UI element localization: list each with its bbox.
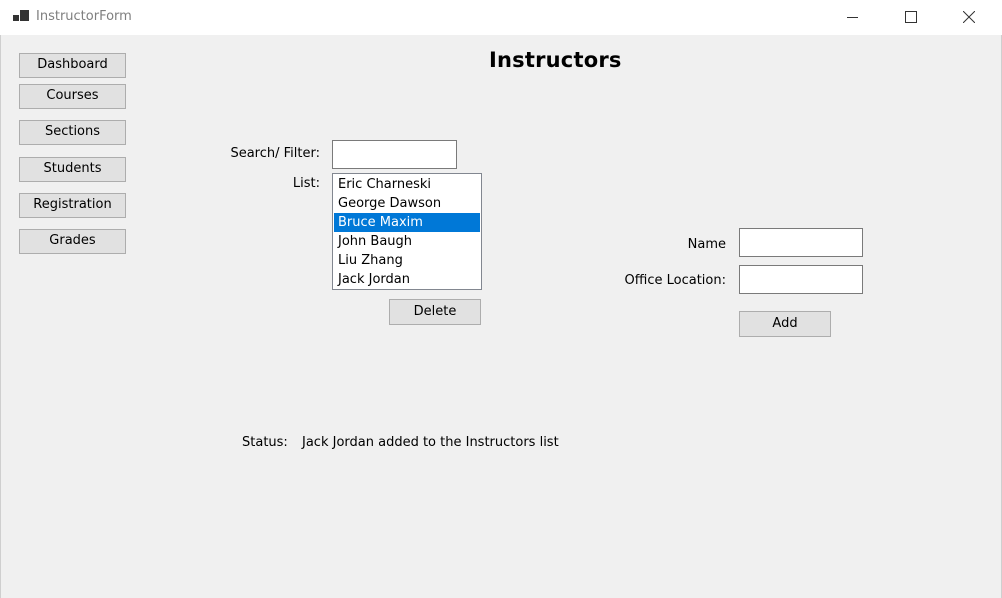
delete-button[interactable]: Delete xyxy=(389,299,481,325)
list-item-selected[interactable]: Bruce Maxim xyxy=(334,213,480,232)
minimize-button[interactable] xyxy=(831,0,877,35)
sections-button[interactable]: Sections xyxy=(19,120,126,145)
registration-button[interactable]: Registration xyxy=(19,193,126,218)
close-button[interactable] xyxy=(947,0,993,35)
list-item[interactable]: John Baugh xyxy=(334,232,480,251)
page-title: Instructors xyxy=(489,48,622,72)
list-item[interactable]: Eric Charneski xyxy=(334,175,480,194)
maximize-button[interactable] xyxy=(889,0,935,35)
app-icon xyxy=(13,10,29,21)
status-label: Status: xyxy=(242,435,288,450)
instructor-listbox[interactable]: Eric Charneski George Dawson Bruce Maxim… xyxy=(332,173,482,290)
window-border xyxy=(0,35,1,598)
status-message: Jack Jordan added to the Instructors lis… xyxy=(302,435,559,450)
add-button[interactable]: Add xyxy=(739,311,831,337)
grades-button[interactable]: Grades xyxy=(19,229,126,254)
name-input[interactable] xyxy=(739,228,863,257)
office-location-input[interactable] xyxy=(739,265,863,294)
dashboard-button[interactable]: Dashboard xyxy=(19,53,126,78)
search-input[interactable] xyxy=(332,140,457,169)
close-icon xyxy=(963,11,975,23)
maximize-icon xyxy=(905,11,917,23)
list-item[interactable]: George Dawson xyxy=(334,194,480,213)
list-item[interactable]: Liu Zhang xyxy=(334,251,480,270)
name-label: Name xyxy=(687,237,726,252)
list-item[interactable]: Jack Jordan xyxy=(334,270,480,289)
courses-button[interactable]: Courses xyxy=(19,84,126,109)
title-bar: InstructorForm xyxy=(0,0,1002,35)
search-label: Search/ Filter: xyxy=(230,146,320,161)
office-location-label: Office Location: xyxy=(624,273,726,288)
students-button[interactable]: Students xyxy=(19,157,126,182)
list-label: List: xyxy=(292,176,320,191)
window-title: InstructorForm xyxy=(36,9,132,24)
minimize-icon xyxy=(847,17,858,18)
